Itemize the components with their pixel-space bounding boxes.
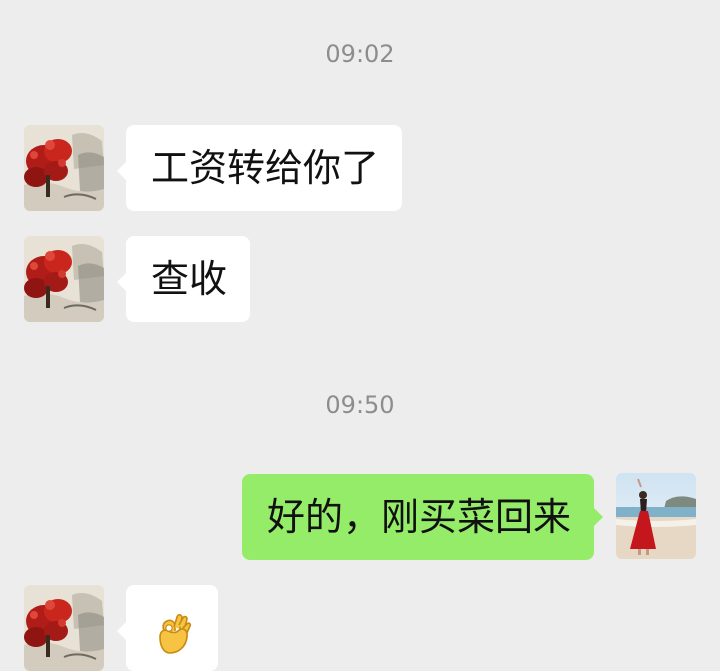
message-bubble[interactable]: 工资转给你了 bbox=[117, 125, 402, 211]
landscape-painting-avatar-icon bbox=[24, 236, 104, 322]
message-bubble[interactable]: 查收 bbox=[117, 236, 250, 322]
message-bubble[interactable]: 好的，刚买菜回来 bbox=[242, 474, 603, 560]
timestamp: 09:02 bbox=[325, 40, 395, 68]
landscape-painting-avatar-icon bbox=[24, 585, 104, 671]
contact-avatar[interactable] bbox=[24, 585, 104, 671]
ok-hand-icon bbox=[152, 611, 192, 655]
beach-woman-red-dress-avatar-icon bbox=[616, 473, 696, 559]
message-text: 查收 bbox=[151, 257, 228, 301]
message-bubble[interactable] bbox=[117, 585, 218, 671]
contact-avatar[interactable] bbox=[24, 236, 104, 322]
message-text: 工资转给你了 bbox=[151, 146, 380, 190]
message-text: 好的，刚买菜回来 bbox=[267, 495, 572, 539]
contact-avatar[interactable] bbox=[24, 125, 104, 211]
landscape-painting-avatar-icon bbox=[24, 125, 104, 211]
my-avatar[interactable] bbox=[616, 473, 696, 559]
timestamp: 09:50 bbox=[325, 391, 395, 419]
